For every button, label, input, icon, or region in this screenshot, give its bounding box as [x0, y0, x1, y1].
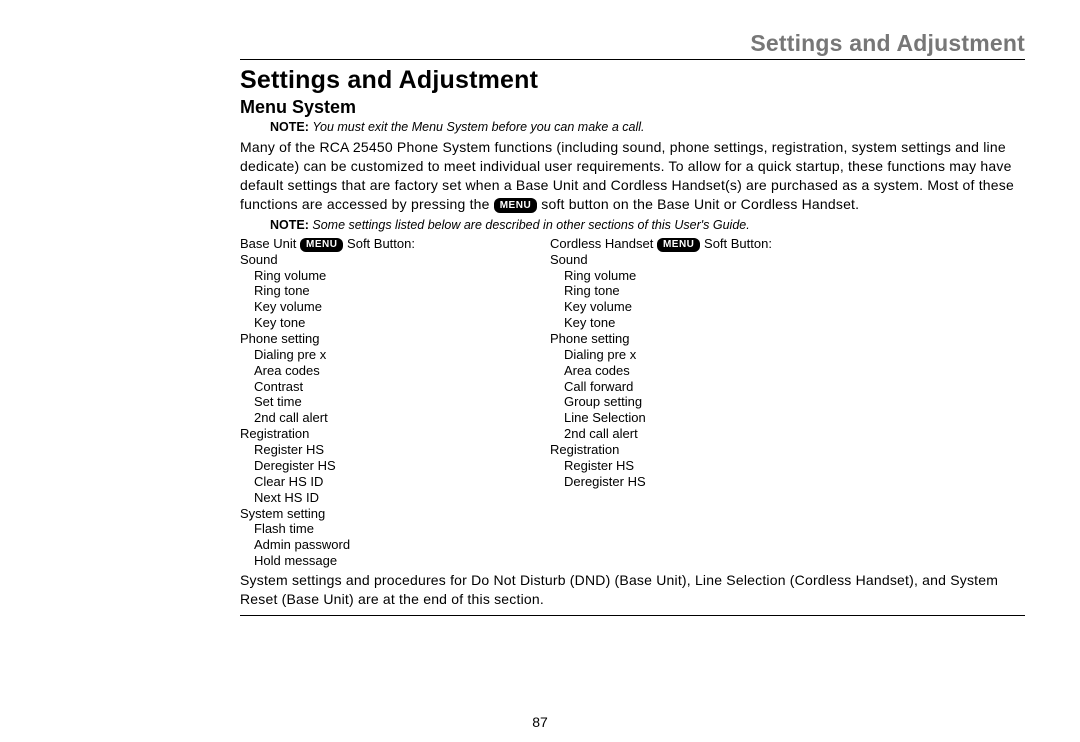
- page-title: Settings and Adjustment: [240, 66, 1025, 95]
- note-2: NOTE: Some settings listed below are des…: [270, 218, 1025, 232]
- note-1-text: You must exit the Menu System before you…: [312, 120, 644, 134]
- menu-item: Set time: [254, 394, 530, 410]
- menu-item: Register HS: [254, 442, 530, 458]
- menu-item: Dialing pre x: [254, 347, 530, 363]
- menu-group: SoundRing volumeRing toneKey volumeKey t…: [550, 252, 840, 331]
- note-1-label: NOTE:: [270, 120, 309, 134]
- menu-item: Ring volume: [564, 268, 840, 284]
- page-number: 87: [0, 714, 1080, 730]
- menu-item: Next HS ID: [254, 490, 530, 506]
- menu-item: Line Selection: [564, 410, 840, 426]
- base-unit-header: Base Unit MENU Soft Button:: [240, 236, 530, 252]
- menu-item: Deregister HS: [564, 474, 840, 490]
- menu-badge-icon: MENU: [494, 198, 537, 214]
- menu-badge-icon: MENU: [657, 238, 700, 252]
- menu-item: Area codes: [564, 363, 840, 379]
- menu-group-title: Registration: [240, 426, 530, 442]
- base-unit-header-prefix: Base Unit: [240, 236, 300, 251]
- menu-group: RegistrationRegister HSDeregister HSClea…: [240, 426, 530, 505]
- intro-paragraph: Many of the RCA 25450 Phone System funct…: [240, 138, 1025, 214]
- menu-group-title: Phone setting: [550, 331, 840, 347]
- note-1: NOTE: You must exit the Menu System befo…: [270, 120, 1025, 134]
- note-2-label: NOTE:: [270, 218, 309, 232]
- menu-group-items: Ring volumeRing toneKey volumeKey tone: [254, 268, 530, 331]
- menu-item: Call forward: [564, 379, 840, 395]
- menu-item: 2nd call alert: [564, 426, 840, 442]
- cordless-handset-column: Cordless Handset MENU Soft Button:SoundR…: [550, 236, 840, 569]
- menu-item: Key tone: [564, 315, 840, 331]
- menu-item: Register HS: [564, 458, 840, 474]
- base-unit-header-suffix: Soft Button:: [343, 236, 415, 251]
- menu-group-title: System setting: [240, 506, 530, 522]
- menu-group-items: Register HSDeregister HS: [564, 458, 840, 490]
- menu-group-items: Register HSDeregister HSClear HS IDNext …: [254, 442, 530, 505]
- closing-paragraph: System settings and procedures for Do No…: [240, 571, 1025, 609]
- footer-rule: [240, 615, 1025, 616]
- menu-item: Ring volume: [254, 268, 530, 284]
- running-header: Settings and Adjustment: [240, 30, 1025, 60]
- menu-group-items: Ring volumeRing toneKey volumeKey tone: [564, 268, 840, 331]
- menu-item: Clear HS ID: [254, 474, 530, 490]
- menu-item: 2nd call alert: [254, 410, 530, 426]
- cordless-handset-header: Cordless Handset MENU Soft Button:: [550, 236, 840, 252]
- menu-item: Contrast: [254, 379, 530, 395]
- menu-group-title: Sound: [240, 252, 530, 268]
- menu-group: System settingFlash timeAdmin passwordHo…: [240, 506, 530, 569]
- menu-item: Key volume: [254, 299, 530, 315]
- menu-group-title: Sound: [550, 252, 840, 268]
- menu-item: Dialing pre x: [564, 347, 840, 363]
- menu-item: Hold message: [254, 553, 530, 569]
- note-2-text: Some settings listed below are described…: [312, 218, 749, 232]
- menu-item: Flash time: [254, 521, 530, 537]
- menu-group-title: Registration: [550, 442, 840, 458]
- cordless-handset-header-suffix: Soft Button:: [700, 236, 772, 251]
- menu-group: SoundRing volumeRing toneKey volumeKey t…: [240, 252, 530, 331]
- menu-item: Ring tone: [564, 283, 840, 299]
- menu-item: Key volume: [564, 299, 840, 315]
- menu-item: Admin password: [254, 537, 530, 553]
- menu-item: Ring tone: [254, 283, 530, 299]
- menu-group: Phone settingDialing pre xArea codesCont…: [240, 331, 530, 426]
- menu-group-items: Dialing pre xArea codesCall forwardGroup…: [564, 347, 840, 442]
- menu-group: Phone settingDialing pre xArea codesCall…: [550, 331, 840, 442]
- menu-item: Deregister HS: [254, 458, 530, 474]
- base-unit-column: Base Unit MENU Soft Button:SoundRing vol…: [240, 236, 530, 569]
- menu-group: RegistrationRegister HSDeregister HS: [550, 442, 840, 490]
- menu-badge-icon: MENU: [300, 238, 343, 252]
- intro-text-b: soft button on the Base Unit or Cordless…: [541, 196, 859, 212]
- menu-group-title: Phone setting: [240, 331, 530, 347]
- section-subtitle: Menu System: [240, 97, 1025, 118]
- cordless-handset-header-prefix: Cordless Handset: [550, 236, 657, 251]
- menu-group-items: Flash timeAdmin passwordHold message: [254, 521, 530, 569]
- menu-group-items: Dialing pre xArea codesContrastSet time2…: [254, 347, 530, 426]
- menu-item: Key tone: [254, 315, 530, 331]
- menu-columns: Base Unit MENU Soft Button:SoundRing vol…: [240, 236, 1025, 569]
- document-page: Settings and Adjustment Settings and Adj…: [0, 0, 1080, 636]
- menu-item: Area codes: [254, 363, 530, 379]
- menu-item: Group setting: [564, 394, 840, 410]
